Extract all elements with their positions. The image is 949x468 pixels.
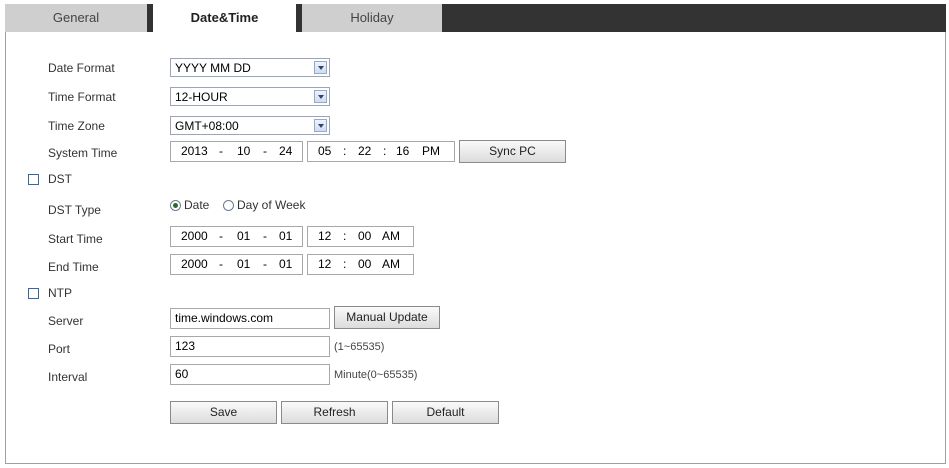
manual-update-button[interactable]: Manual Update	[334, 306, 440, 329]
dst-label: DST	[48, 172, 72, 186]
dst-type-date-label: Date	[184, 198, 210, 212]
end-year[interactable]: 2000	[181, 255, 208, 274]
date-separator: -	[263, 229, 267, 243]
system-second[interactable]: 16	[396, 142, 409, 161]
start-month[interactable]: 01	[237, 227, 250, 246]
port-label: Port	[48, 342, 71, 356]
date-separator: -	[263, 144, 267, 158]
system-hour[interactable]: 05	[318, 142, 331, 161]
time-zone-label: Time Zone	[48, 119, 105, 133]
tab-bar: General Date&Time Holiday	[5, 4, 946, 34]
time-format-label: Time Format	[48, 90, 116, 104]
end-time-label: End Time	[48, 260, 99, 274]
time-format-select[interactable]: 12-HOUR	[170, 87, 330, 106]
dst-start-time-field[interactable]: 12 : 00 AM	[307, 226, 414, 247]
time-separator: :	[343, 229, 347, 243]
date-separator: -	[219, 144, 223, 158]
system-time-field[interactable]: 05 : 22 : 16 PM	[307, 141, 455, 162]
time-separator: :	[343, 144, 347, 158]
ntp-label: NTP	[48, 286, 72, 300]
tab-general[interactable]: General	[5, 4, 147, 32]
date-separator: -	[263, 257, 267, 271]
end-hour[interactable]: 12	[318, 255, 331, 274]
end-minute[interactable]: 00	[358, 255, 371, 274]
start-day[interactable]: 01	[279, 227, 292, 246]
tab-holiday[interactable]: Holiday	[302, 4, 442, 32]
dst-end-date-field[interactable]: 2000 - 01 - 01	[170, 254, 303, 275]
time-format-value: 12-HOUR	[175, 90, 228, 104]
dst-type-label: DST Type	[48, 203, 101, 217]
system-ampm[interactable]: PM	[422, 142, 440, 161]
start-ampm[interactable]: AM	[382, 227, 400, 246]
tab-date-time[interactable]: Date&Time	[153, 4, 296, 34]
sync-pc-button[interactable]: Sync PC	[459, 140, 566, 163]
system-time-label: System Time	[48, 146, 118, 160]
system-day[interactable]: 24	[279, 142, 292, 161]
date-separator: -	[219, 229, 223, 243]
system-minute[interactable]: 22	[358, 142, 371, 161]
chevron-down-icon[interactable]	[314, 119, 327, 132]
time-separator: :	[383, 144, 387, 158]
dst-checkbox[interactable]	[28, 174, 39, 185]
server-label: Server	[48, 314, 84, 328]
dst-type-date-radio[interactable]	[170, 200, 181, 211]
start-hour[interactable]: 12	[318, 227, 331, 246]
default-button[interactable]: Default	[392, 401, 499, 424]
save-button[interactable]: Save	[170, 401, 277, 424]
settings-panel	[5, 4, 946, 464]
interval-label: Interval	[48, 370, 88, 384]
chevron-down-icon[interactable]	[314, 90, 327, 103]
dst-end-time-field[interactable]: 12 : 00 AM	[307, 254, 414, 275]
ntp-interval-input[interactable]: 60	[170, 364, 330, 385]
port-range-hint: (1~65535)	[334, 341, 385, 353]
system-year[interactable]: 2013	[181, 142, 208, 161]
ntp-server-input[interactable]: time.windows.com	[170, 308, 330, 329]
time-zone-value: GMT+08:00	[175, 119, 239, 133]
start-time-label: Start Time	[48, 232, 103, 246]
end-ampm[interactable]: AM	[382, 255, 400, 274]
ntp-port-input[interactable]: 123	[170, 336, 330, 357]
dst-type-day-of-week-radio[interactable]	[223, 200, 234, 211]
date-format-select[interactable]: YYYY MM DD	[170, 58, 330, 77]
dst-type-day-of-week-label: Day of Week	[237, 198, 306, 212]
date-separator: -	[219, 257, 223, 271]
start-minute[interactable]: 00	[358, 227, 371, 246]
time-zone-select[interactable]: GMT+08:00	[170, 116, 330, 135]
chevron-down-icon[interactable]	[314, 61, 327, 74]
end-day[interactable]: 01	[279, 255, 292, 274]
refresh-button[interactable]: Refresh	[281, 401, 388, 424]
system-date-field[interactable]: 2013 - 10 - 24	[170, 141, 303, 162]
date-format-value: YYYY MM DD	[175, 61, 251, 75]
ntp-checkbox[interactable]	[28, 288, 39, 299]
time-separator: :	[343, 257, 347, 271]
system-month[interactable]: 10	[237, 142, 250, 161]
date-format-label: Date Format	[48, 61, 115, 75]
dst-start-date-field[interactable]: 2000 - 01 - 01	[170, 226, 303, 247]
end-month[interactable]: 01	[237, 255, 250, 274]
interval-range-hint: Minute(0~65535)	[334, 369, 418, 381]
start-year[interactable]: 2000	[181, 227, 208, 246]
